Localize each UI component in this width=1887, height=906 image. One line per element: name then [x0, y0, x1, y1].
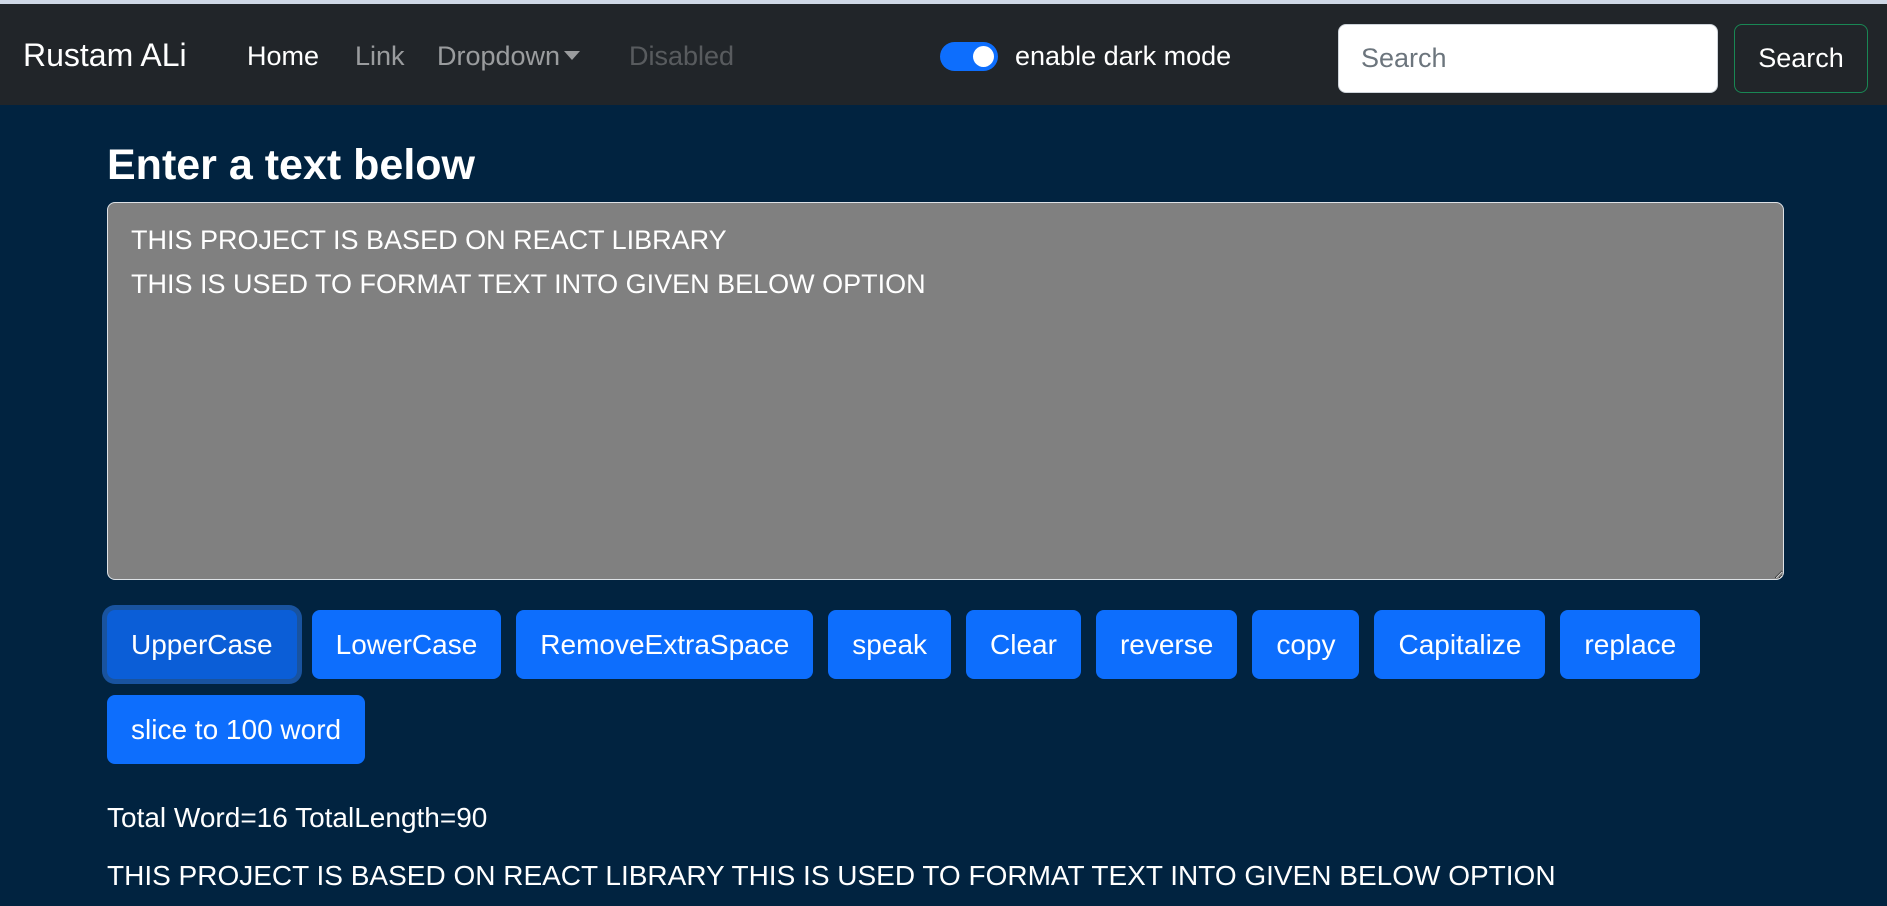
copy-button[interactable]: copy — [1252, 610, 1360, 679]
page-heading: Enter a text below — [107, 141, 475, 189]
text-preview: THIS PROJECT IS BASED ON REACT LIBRARY T… — [107, 860, 1556, 891]
replace-button[interactable]: replace — [1560, 610, 1701, 679]
navbar: Rustam ALi Home Link Dropdown Disabled e… — [0, 4, 1887, 105]
remove-extra-space-button[interactable]: RemoveExtraSpace — [516, 610, 814, 679]
dark-mode-switch[interactable] — [940, 42, 998, 71]
action-buttons: UpperCase LowerCase RemoveExtraSpace spe… — [107, 610, 1797, 764]
nav-dropdown-label: Dropdown — [437, 41, 561, 71]
text-input-area[interactable]: THIS PROJECT IS BASED ON REACT LIBRARY T… — [107, 202, 1784, 580]
capitalize-button[interactable]: Capitalize — [1374, 610, 1546, 679]
search-button[interactable]: Search — [1734, 24, 1868, 93]
uppercase-button[interactable]: UpperCase — [107, 610, 297, 679]
navbar-brand[interactable]: Rustam ALi — [23, 35, 187, 75]
nav-link-home[interactable]: Home — [247, 39, 319, 73]
nav-link-disabled: Disabled — [629, 41, 735, 71]
slice-to-100-word-button[interactable]: slice to 100 word — [107, 695, 366, 764]
caret-down-icon — [564, 51, 581, 61]
switch-knob — [973, 46, 994, 67]
search-input[interactable] — [1338, 24, 1718, 93]
text-summary: Total Word=16 TotalLength=90 — [107, 802, 488, 833]
dark-mode-label[interactable]: enable dark mode — [1015, 39, 1231, 73]
clear-button[interactable]: Clear — [966, 610, 1081, 679]
nav-link-link[interactable]: Link — [355, 39, 405, 73]
speak-button[interactable]: speak — [828, 610, 952, 679]
lowercase-button[interactable]: LowerCase — [311, 610, 502, 679]
reverse-button[interactable]: reverse — [1095, 610, 1238, 679]
nav-dropdown-toggle[interactable]: Dropdown — [437, 39, 581, 73]
